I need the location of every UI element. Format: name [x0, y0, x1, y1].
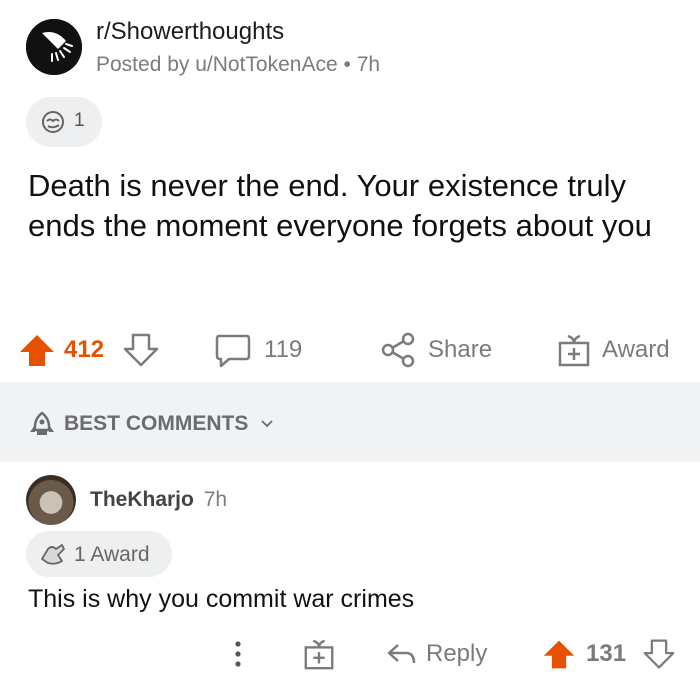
comment-award-button[interactable]: [302, 634, 336, 674]
gift-icon: [304, 639, 334, 670]
posted-by[interactable]: Posted by u/NotTokenAce: [96, 53, 338, 76]
subreddit-name[interactable]: r/Showerthoughts: [96, 18, 284, 46]
comment-award-label: 1 Award: [74, 543, 150, 566]
downvote-arrow-icon: [643, 639, 675, 669]
comment-count: 119: [264, 336, 303, 363]
reply-arrow-icon: [387, 644, 416, 664]
subreddit-avatar[interactable]: [26, 19, 82, 75]
share-button[interactable]: Share: [380, 328, 492, 372]
comment-body: This is why you commit war crimes: [28, 585, 415, 613]
post-awards[interactable]: 1: [26, 97, 102, 147]
sort-label: BEST COMMENTS: [64, 412, 249, 435]
post-action-bar: 412 119 Share Award: [0, 328, 700, 372]
more-vertical-icon: [235, 641, 241, 667]
chevron-down-icon: [261, 420, 273, 428]
share-label: Share: [428, 336, 493, 363]
comment-score: 131: [586, 640, 627, 667]
shower-head-icon: [26, 19, 82, 75]
vote-score: 412: [64, 336, 105, 363]
award-button[interactable]: Award: [556, 328, 670, 372]
award-icon: [42, 111, 64, 133]
reply-button[interactable]: Reply: [384, 634, 487, 674]
post-title[interactable]: Death is never the end. Your existence t…: [28, 166, 668, 246]
meta-separator: •: [343, 53, 351, 76]
reply-label: Reply: [426, 640, 488, 667]
comment-action-bar: Reply 131: [0, 634, 700, 674]
comments-button[interactable]: 119: [214, 328, 302, 372]
post-meta: Posted by u/NotTokenAce • 7h: [96, 53, 380, 77]
comments-sort-bar: BEST COMMENTS: [0, 382, 700, 462]
award-hand-icon: [41, 544, 65, 565]
gift-icon: [558, 334, 590, 367]
award-count: 1: [74, 110, 85, 131]
award-label: Award: [602, 336, 670, 363]
comment-bubble-icon: [215, 334, 251, 368]
commenter-avatar[interactable]: [26, 475, 76, 525]
comment-age: 7h: [203, 488, 228, 511]
upvote-arrow-icon: [543, 640, 575, 669]
upvote-arrow-icon: [20, 335, 54, 366]
share-icon: [381, 332, 415, 368]
more-options-button[interactable]: [226, 634, 250, 674]
downvote-arrow-icon: [123, 333, 159, 367]
comment-downvote-button[interactable]: [642, 634, 676, 674]
comment-awards[interactable]: 1 Award: [26, 531, 172, 577]
comment-upvote-button[interactable]: [542, 634, 576, 674]
upvote-button[interactable]: [18, 328, 56, 372]
comment-author[interactable]: TheKharjo: [90, 488, 194, 511]
comment-meta: TheKharjo 7h: [90, 488, 227, 512]
rocket-icon: [30, 411, 54, 435]
sort-dropdown[interactable]: BEST COMMENTS: [28, 410, 274, 438]
downvote-button[interactable]: [122, 328, 160, 372]
post-age: 7h: [356, 53, 381, 76]
